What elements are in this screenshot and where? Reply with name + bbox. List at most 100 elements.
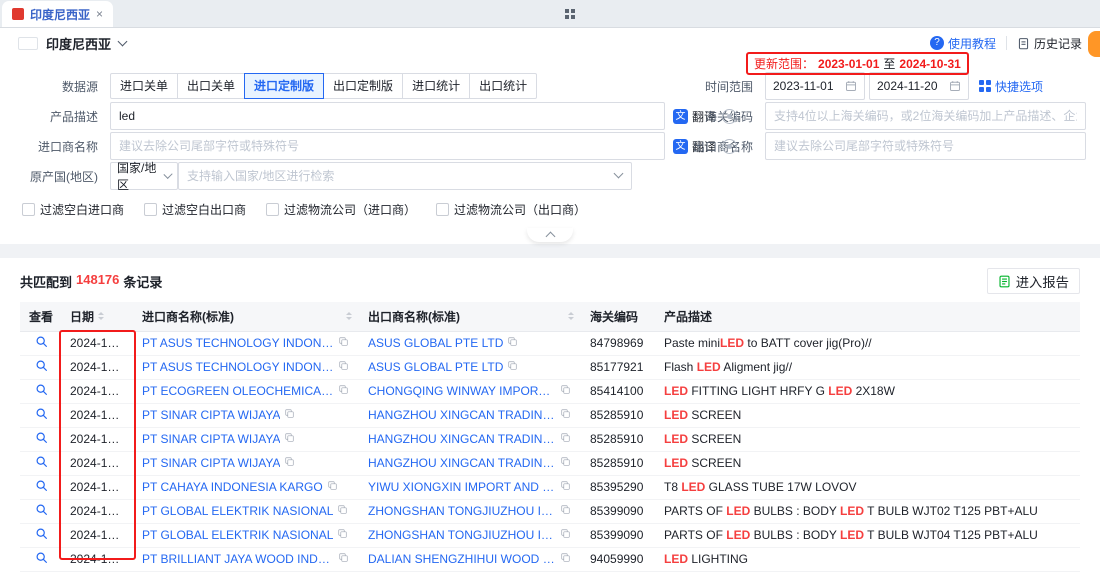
exporter-input[interactable] xyxy=(765,132,1086,160)
sort-icons[interactable] xyxy=(98,309,104,323)
origin-country-input[interactable] xyxy=(178,162,632,190)
calendar-icon xyxy=(949,80,961,92)
view-detail-icon[interactable] xyxy=(35,551,48,567)
copy-icon[interactable] xyxy=(560,432,571,446)
product-desc-input[interactable] xyxy=(110,102,665,130)
view-detail-icon[interactable] xyxy=(35,527,48,543)
copy-icon[interactable] xyxy=(507,360,518,374)
copy-icon[interactable] xyxy=(507,336,518,350)
view-detail-icon[interactable] xyxy=(35,335,48,351)
column-header[interactable]: 出口商名称(标准) xyxy=(360,302,582,331)
copy-icon[interactable] xyxy=(338,336,349,350)
view-detail-icon[interactable] xyxy=(35,503,48,519)
exporter-link[interactable]: ASUS GLOBAL PTE LTD xyxy=(368,336,503,350)
copy-icon[interactable] xyxy=(560,480,571,494)
view-detail-icon[interactable] xyxy=(35,359,48,375)
enter-report-button[interactable]: 进入报告 xyxy=(987,268,1080,294)
view-detail-icon[interactable] xyxy=(35,431,48,447)
importer-link[interactable]: PT ASUS TECHNOLOGY INDONESIA BA... xyxy=(142,360,334,374)
copy-icon[interactable] xyxy=(560,552,571,566)
hs-code-input[interactable] xyxy=(765,102,1086,130)
tab-close-icon[interactable]: × xyxy=(96,7,103,21)
checkbox-icon[interactable] xyxy=(22,203,35,216)
filter-checkbox[interactable]: 过滤物流公司（进口商） xyxy=(266,201,416,218)
copy-icon[interactable] xyxy=(284,408,295,422)
source-tab-3[interactable]: 进口定制版 xyxy=(244,73,324,99)
sort-icons[interactable] xyxy=(568,309,574,323)
importer-link[interactable]: PT CAHAYA INDONESIA KARGO xyxy=(142,480,323,494)
copy-icon[interactable] xyxy=(560,408,571,422)
importer-link[interactable]: PT SINAR CIPTA WIJAYA xyxy=(142,432,280,446)
copy-icon[interactable] xyxy=(337,504,348,518)
floating-widget-button[interactable] xyxy=(1088,31,1100,57)
importer-link[interactable]: PT SINAR CIPTA WIJAYA xyxy=(142,408,280,422)
copy-icon[interactable] xyxy=(560,456,571,470)
column-header[interactable]: 日期 xyxy=(62,302,134,331)
checkbox-icon[interactable] xyxy=(144,203,157,216)
source-tab-1[interactable]: 进口关单 xyxy=(110,73,178,99)
exporter-link[interactable]: HANGZHOU XINGCAN TRADING CO LTD xyxy=(368,456,556,470)
origin-type-select[interactable]: 国家/地区 xyxy=(110,162,178,190)
checkbox-icon[interactable] xyxy=(436,203,449,216)
exporter-link[interactable]: ZHONGSHAN TONGJIUZHOU INTERNA... xyxy=(368,504,556,518)
view-detail-icon[interactable] xyxy=(35,479,48,495)
sort-icons[interactable] xyxy=(346,309,352,323)
filter-checkbox[interactable]: 过滤物流公司（出口商） xyxy=(436,201,586,218)
exporter-link[interactable]: DALIAN SHENGZHIHUI WOOD INDUST... xyxy=(368,552,556,566)
copy-icon[interactable] xyxy=(338,360,349,374)
exporter-link[interactable]: HANGZHOU XINGCAN TRADING CO LTD xyxy=(368,408,556,422)
exporter-link[interactable]: YIWU XIONGXIN IMPORT AND EXPORT... xyxy=(368,480,556,494)
column-header[interactable]: 进口商名称(标准) xyxy=(134,302,360,331)
quick-options-link[interactable]: 快捷选项 xyxy=(979,78,1043,95)
copy-icon[interactable] xyxy=(560,384,571,398)
history-link[interactable]: 历史记录 xyxy=(1017,35,1082,52)
copy-icon[interactable] xyxy=(560,504,571,518)
importer-link[interactable]: PT ECOGREEN OLEOCHEMICALS xyxy=(142,384,334,398)
exporter-link[interactable]: ZHONGSHAN TONGJIUZHOU INTERNA... xyxy=(368,528,556,542)
copy-icon[interactable] xyxy=(284,432,295,446)
importer-link[interactable]: PT BRILLIANT JAYA WOOD INDUSTRY xyxy=(142,552,334,566)
chevron-down-icon[interactable] xyxy=(118,37,128,47)
source-tab-2[interactable]: 出口关单 xyxy=(177,73,245,99)
collapse-filters-button[interactable] xyxy=(527,228,573,242)
importer-link[interactable]: PT GLOBAL ELEKTRIK NASIONAL xyxy=(142,504,333,518)
enter-report-label: 进入报告 xyxy=(1016,272,1069,291)
copy-icon[interactable] xyxy=(284,456,295,470)
exporter-label: 出口商名称 xyxy=(665,138,765,155)
table-header-row: 查看日期进口商名称(标准)出口商名称(标准)海关编码产品描述 xyxy=(20,302,1080,331)
start-date-input[interactable]: 2023-11-01 xyxy=(765,72,865,100)
view-detail-icon[interactable] xyxy=(35,455,48,471)
exporter-link[interactable]: CHONGQING WINWAY IMPORT AND E... xyxy=(368,384,556,398)
exporter-link[interactable]: HANGZHOU XINGCAN TRADING CO LTD xyxy=(368,432,556,446)
importer-input[interactable] xyxy=(110,132,665,160)
exact-match-toggle-icon[interactable] xyxy=(722,139,737,154)
exact-match-toggle-icon[interactable] xyxy=(722,109,737,124)
match-suffix: 条记录 xyxy=(123,272,162,291)
country-selector-label[interactable]: 印度尼西亚 xyxy=(46,34,111,53)
browser-tab-title: 印度尼西亚 xyxy=(30,6,90,23)
copy-icon[interactable] xyxy=(560,528,571,542)
browser-extension-icon[interactable] xyxy=(565,8,575,22)
copy-icon[interactable] xyxy=(337,528,348,542)
product-desc-cell: T8 LED GLASS TUBE 17W LOVOV xyxy=(656,475,1080,499)
view-detail-icon[interactable] xyxy=(35,407,48,423)
indonesia-flag-icon xyxy=(18,37,38,50)
source-tab-5[interactable]: 进口统计 xyxy=(402,73,470,99)
exporter-link[interactable]: ASUS GLOBAL PTE LTD xyxy=(368,360,503,374)
browser-tab[interactable]: 印度尼西亚 × xyxy=(2,1,113,27)
importer-link[interactable]: PT ASUS TECHNOLOGY INDONESIA BA... xyxy=(142,336,334,350)
source-tab-6[interactable]: 出口统计 xyxy=(469,73,537,99)
tutorial-link[interactable]: ? 使用教程 xyxy=(930,35,996,52)
checkbox-label: 过滤物流公司（出口商） xyxy=(454,201,586,218)
filter-checkbox[interactable]: 过滤空白进口商 xyxy=(22,201,124,218)
copy-icon[interactable] xyxy=(338,384,349,398)
source-tab-4[interactable]: 出口定制版 xyxy=(323,73,403,99)
view-detail-icon[interactable] xyxy=(35,383,48,399)
importer-link[interactable]: PT GLOBAL ELEKTRIK NASIONAL xyxy=(142,528,333,542)
copy-icon[interactable] xyxy=(338,552,349,566)
importer-link[interactable]: PT SINAR CIPTA WIJAYA xyxy=(142,456,280,470)
filter-checkbox[interactable]: 过滤空白出口商 xyxy=(144,201,246,218)
checkbox-icon[interactable] xyxy=(266,203,279,216)
end-date-input[interactable]: 2024-11-20 xyxy=(869,72,969,100)
copy-icon[interactable] xyxy=(327,480,338,494)
